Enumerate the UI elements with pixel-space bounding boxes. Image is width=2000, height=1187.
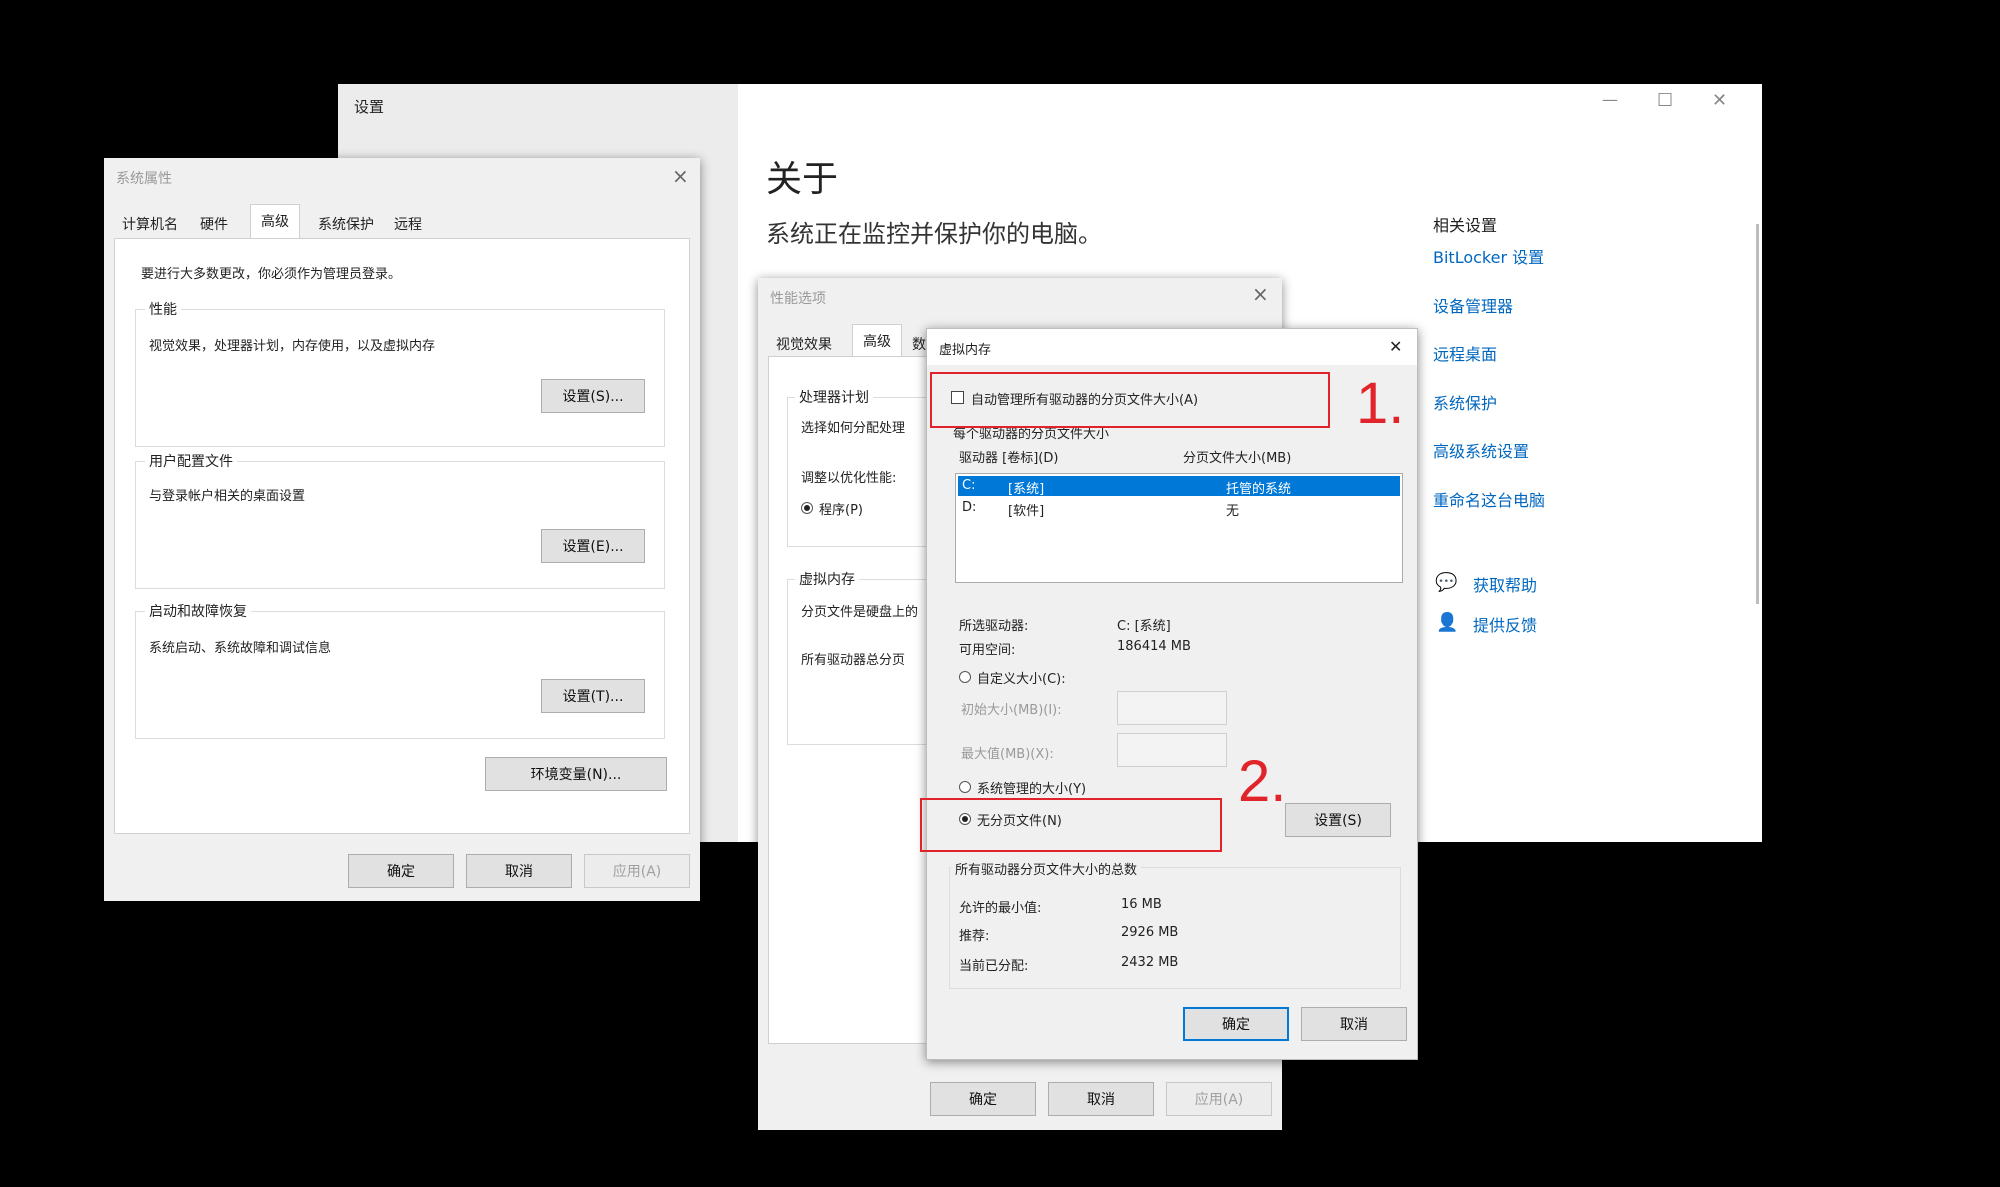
min-allowed-label: 允许的最小值:: [959, 901, 1042, 916]
bitlocker-link[interactable]: BitLocker 设置: [1433, 244, 1544, 268]
window-title: 性能选项: [770, 291, 826, 307]
recommended-value: 2926 MB: [1121, 925, 1179, 940]
system-managed-label: 系统管理的大小(Y): [977, 782, 1087, 797]
selected-drive-label: 所选驱动器:: [959, 619, 1029, 634]
vm-label: 虚拟内存: [795, 569, 859, 589]
cancel-button[interactable]: 取消: [1048, 1082, 1154, 1116]
free-space-label: 可用空间:: [959, 643, 1016, 658]
annotation-box-auto-manage: [930, 372, 1330, 428]
max-size-label: 最大值(MB)(X):: [961, 747, 1054, 762]
max-size-input[interactable]: [1117, 733, 1227, 767]
tab-visual-effects[interactable]: 视觉效果: [776, 334, 832, 354]
startup-desc: 系统启动、系统故障和调试信息: [149, 641, 332, 656]
ok-button[interactable]: 确定: [348, 854, 454, 888]
system-properties-window: 系统属性 × 计算机名 硬件 高级 系统保护 远程 要进行大多数更改，你必须作为…: [104, 158, 700, 901]
annotation-box-no-paging: [920, 798, 1222, 852]
window-title: 系统属性: [116, 171, 172, 187]
drive-size: 托管的系统: [1226, 482, 1292, 497]
tab-panel: 要进行大多数更改，你必须作为管理员登录。 性能 视觉效果，处理器计划，内存使用，…: [114, 238, 690, 834]
cpu-desc: 选择如何分配处理: [801, 421, 906, 436]
close-icon[interactable]: ×: [1252, 284, 1269, 304]
drive-letter: D:: [962, 500, 977, 515]
ok-button[interactable]: 确定: [1183, 1007, 1289, 1041]
performance-settings-button[interactable]: 设置(S)...: [541, 379, 645, 413]
adjust-label: 调整以优化性能:: [801, 471, 897, 486]
apply-button[interactable]: 应用(A): [584, 854, 690, 888]
annotation-step-1: 1.: [1356, 371, 1405, 436]
tab-hardware[interactable]: 硬件: [200, 214, 228, 234]
maximize-button[interactable]: ☐: [1657, 90, 1673, 111]
currently-allocated-label: 当前已分配:: [959, 959, 1029, 974]
programs-radio[interactable]: [801, 502, 813, 514]
drive-label: [系统]: [1008, 482, 1045, 497]
drive-column-header: 驱动器 [卷标](D): [959, 451, 1059, 466]
tab-system-protection[interactable]: 系统保护: [318, 214, 374, 234]
remote-desktop-link[interactable]: 远程桌面: [1433, 341, 1497, 365]
performance-group: [135, 309, 665, 447]
tab-remote[interactable]: 远程: [394, 214, 422, 234]
admin-note: 要进行大多数更改，你必须作为管理员登录。: [141, 267, 402, 282]
device-manager-link[interactable]: 设备管理器: [1433, 293, 1513, 317]
get-help-link[interactable]: 获取帮助: [1473, 572, 1537, 596]
initial-size-label: 初始大小(MB)(I):: [961, 703, 1062, 718]
drive-letter: C:: [962, 478, 976, 493]
table-row[interactable]: D: [软件] 无: [958, 498, 1400, 519]
dialog-title: 虚拟内存: [939, 343, 992, 358]
profile-settings-button[interactable]: 设置(E)...: [541, 529, 645, 563]
startup-settings-button[interactable]: 设置(T)...: [541, 679, 645, 713]
help-icon: 💬: [1435, 572, 1458, 593]
drive-size: 无: [1226, 504, 1240, 519]
system-managed-radio[interactable]: [959, 781, 971, 793]
startup-label: 启动和故障恢复: [145, 601, 251, 621]
size-column-header: 分页文件大小(MB): [1183, 451, 1292, 466]
min-allowed-value: 16 MB: [1121, 897, 1162, 912]
recommended-label: 推荐:: [959, 929, 990, 944]
totals-title: 所有驱动器分页文件大小的总数: [951, 859, 1142, 878]
rename-pc-link[interactable]: 重命名这台电脑: [1433, 487, 1545, 511]
performance-label: 性能: [145, 299, 181, 319]
advanced-system-settings-link[interactable]: 高级系统设置: [1433, 438, 1529, 462]
set-button[interactable]: 设置(S): [1285, 803, 1391, 837]
custom-size-label: 自定义大小(C):: [977, 672, 1066, 687]
related-settings-title: 相关设置: [1433, 216, 1498, 235]
page-title: 关于: [766, 159, 839, 200]
feedback-icon: 👤: [1436, 612, 1459, 633]
currently-allocated-value: 2432 MB: [1121, 955, 1179, 970]
tab-dep[interactable]: 数: [912, 334, 926, 354]
startup-group: [135, 611, 665, 739]
cancel-button[interactable]: 取消: [466, 854, 572, 888]
custom-size-radio[interactable]: [959, 671, 971, 683]
close-icon[interactable]: ✕: [1389, 337, 1402, 357]
system-protection-link[interactable]: 系统保护: [1433, 390, 1497, 414]
annotation-step-2: 2.: [1238, 749, 1287, 814]
selected-drive-value: C: [系统]: [1117, 619, 1171, 634]
drive-list[interactable]: C: [系统] 托管的系统 D: [软件] 无: [955, 473, 1403, 583]
profile-desc: 与登录帐户相关的桌面设置: [149, 489, 306, 504]
feedback-link[interactable]: 提供反馈: [1473, 612, 1537, 636]
ok-button[interactable]: 确定: [930, 1082, 1036, 1116]
environment-variables-button[interactable]: 环境变量(N)...: [485, 757, 667, 791]
programs-label: 程序(P): [819, 503, 863, 518]
settings-scrollbar[interactable]: [1756, 224, 1759, 604]
table-row[interactable]: C: [系统] 托管的系统: [958, 476, 1400, 497]
drive-label: [软件]: [1008, 504, 1045, 519]
close-icon[interactable]: ×: [672, 166, 689, 186]
profile-group: [135, 461, 665, 589]
minimize-button[interactable]: —: [1602, 90, 1618, 109]
virtual-memory-dialog: 虚拟内存 ✕ 自动管理所有驱动器的分页文件大小(A) 每个驱动器的分页文件大小 …: [926, 328, 1418, 1060]
free-space-value: 186414 MB: [1117, 639, 1191, 654]
dialog-titlebar: [927, 329, 1417, 365]
settings-title: 设置: [354, 98, 385, 116]
cpu-label: 处理器计划: [795, 387, 873, 407]
apply-button[interactable]: 应用(A): [1166, 1082, 1272, 1116]
close-button[interactable]: ✕: [1712, 90, 1727, 111]
vm-desc: 分页文件是硬盘上的: [801, 605, 919, 620]
protection-status: 系统正在监控并保护你的电脑。: [766, 220, 1102, 248]
tab-computer-name[interactable]: 计算机名: [122, 214, 178, 234]
vm-total: 所有驱动器总分页: [801, 653, 906, 668]
performance-desc: 视觉效果，处理器计划，内存使用，以及虚拟内存: [149, 339, 436, 354]
initial-size-input[interactable]: [1117, 691, 1227, 725]
profile-label: 用户配置文件: [145, 451, 237, 471]
cancel-button[interactable]: 取消: [1301, 1007, 1407, 1041]
